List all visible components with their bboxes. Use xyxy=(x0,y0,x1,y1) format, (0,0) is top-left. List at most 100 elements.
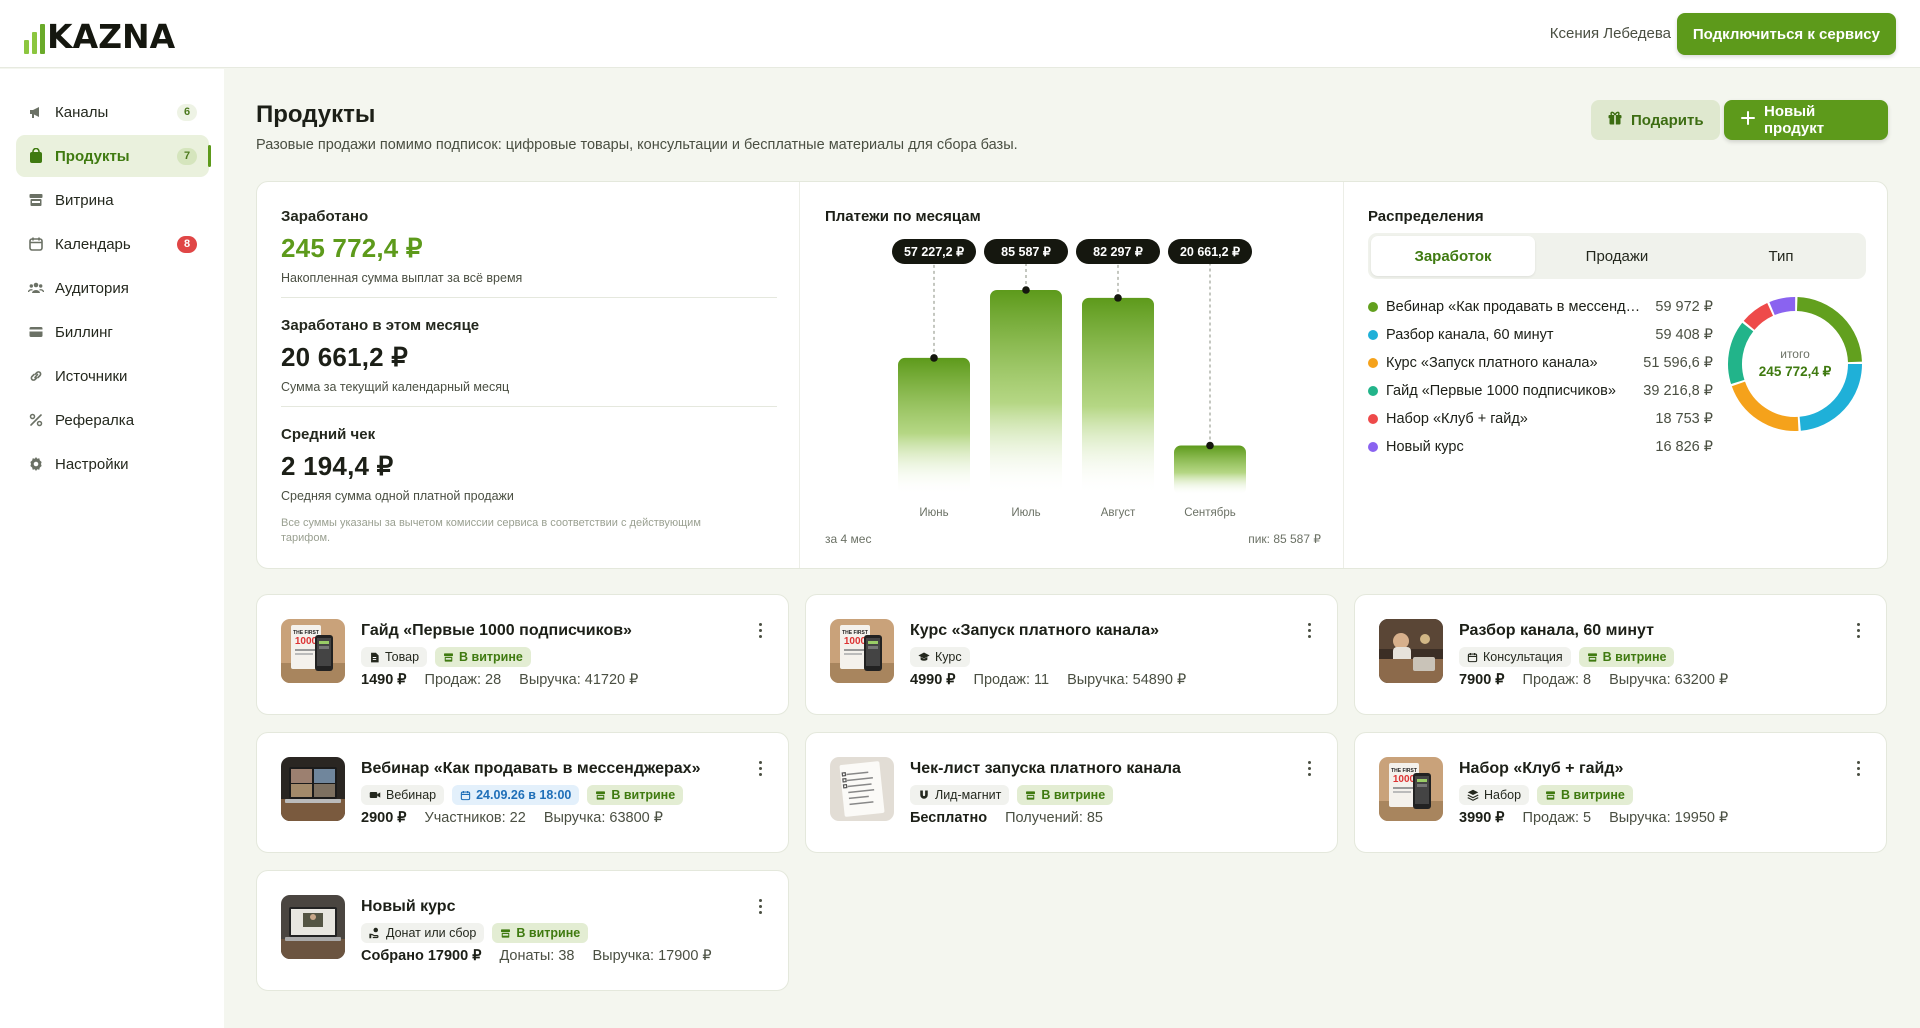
more-options-icon[interactable] xyxy=(1303,758,1315,778)
chart-value-label: 57 227,2 ₽ xyxy=(904,245,965,259)
stat-value: 245 772,4 ₽ xyxy=(281,233,423,263)
product-metrics: 2900 ₽ Участников: 22 Выручка: 63800 ₽ xyxy=(361,810,663,826)
sidebar-item-label: Продукты xyxy=(55,147,130,165)
sidebar-item-gear[interactable]: Настройки xyxy=(16,443,209,485)
sidebar-item-label: Биллинг xyxy=(55,323,113,341)
sidebar-item-label: Аудитория xyxy=(55,279,129,297)
chart-value-label: 20 661,2 ₽ xyxy=(1180,245,1241,259)
chart-category-label: Июнь xyxy=(919,507,948,519)
chart-bar[interactable] xyxy=(898,357,970,495)
page-subtitle: Разовые продажи помимо подписок: цифровы… xyxy=(256,137,1018,153)
tag-label: Вебинар xyxy=(386,788,437,802)
product-metric: Продаж: 11 xyxy=(973,672,1050,688)
legend-item[interactable]: Новый курс 16 826 ₽ xyxy=(1368,433,1713,461)
showcase-badge: В витрине xyxy=(492,923,589,943)
stat-desc: Сумма за текущий календарный месяц xyxy=(281,380,510,394)
showcase-badge: В витрине xyxy=(435,647,531,667)
product-card[interactable]: Вебинар «Как продавать в мессенджерах» Ве… xyxy=(256,732,789,853)
chart-bar[interactable] xyxy=(990,290,1062,495)
sidebar-item-count-badge: 8 xyxy=(177,235,197,253)
product-metrics: Бесплатно Получений: 85 xyxy=(910,810,1103,826)
product-tags: Вебинар 24.09.26 в 18:00 В витрине xyxy=(361,785,684,805)
new-product-button[interactable]: Новый продукт xyxy=(1724,100,1888,140)
legend-item[interactable]: Набор «Клуб + гайд» 18 753 ₽ xyxy=(1368,405,1713,433)
user-name[interactable]: Ксения Лебедева xyxy=(1550,25,1671,42)
sidebar-item-link[interactable]: Источники xyxy=(16,355,209,397)
kazna-logo[interactable]: KAZNA xyxy=(24,14,175,54)
tag-label: В витрине xyxy=(1041,788,1106,802)
more-options-icon[interactable] xyxy=(1852,620,1864,640)
legend-item-name: Набор «Клуб + гайд» xyxy=(1386,411,1528,427)
product-name[interactable]: Набор «Клуб + гайд» xyxy=(1459,760,1623,778)
product-card[interactable]: Новый курс Донат или сбор В витрине Собрано… xyxy=(256,870,789,991)
sidebar-item-percent[interactable]: Рефералка xyxy=(16,399,209,441)
product-tags: Курс xyxy=(910,647,970,667)
product-name[interactable]: Гайд «Первые 1000 подписчиков» xyxy=(361,622,632,640)
more-options-icon[interactable] xyxy=(754,758,766,778)
percent-icon xyxy=(28,412,44,428)
distribution-tab[interactable]: Тип xyxy=(1699,236,1863,276)
legend-color-dot xyxy=(1368,302,1378,312)
sidebar-item-bag[interactable]: Продукты 7 xyxy=(16,135,211,177)
bag-icon xyxy=(28,148,44,164)
chart-period: за 4 мес xyxy=(825,532,872,546)
product-name[interactable]: Новый курс xyxy=(361,898,455,916)
product-name[interactable]: Чек-лист запуска платного канала xyxy=(910,760,1181,778)
sidebar-item-users[interactable]: Аудитория xyxy=(16,267,209,309)
sidebar-item-storefront[interactable]: Витрина xyxy=(16,179,209,221)
distribution-tabs: Заработок Продажи Тип xyxy=(1368,233,1866,279)
tag-label: В витрине xyxy=(1602,650,1667,664)
donut-total-label: итого xyxy=(1780,347,1810,361)
document-icon xyxy=(369,652,380,663)
svg-text:1000: 1000 xyxy=(844,636,867,647)
chart-bar[interactable] xyxy=(1174,445,1246,495)
product-card[interactable]: Разбор канала, 60 минут Консультация В вит… xyxy=(1354,594,1887,715)
distribution-tab[interactable]: Продажи xyxy=(1535,236,1699,276)
stat-desc: Средняя сумма одной платной продажи xyxy=(281,489,514,503)
average-check-stat: Средний чек 2 194,4 ₽ Средняя сумма одно… xyxy=(281,426,777,503)
more-options-icon[interactable] xyxy=(754,620,766,640)
product-tags: Набор В витрине xyxy=(1459,785,1633,805)
chart-bar[interactable] xyxy=(1082,297,1154,495)
type-badge: Товар xyxy=(361,647,428,667)
donut-slice[interactable] xyxy=(1769,297,1796,316)
distribution-tab[interactable]: Заработок xyxy=(1371,236,1535,276)
product-card[interactable]: Чек-лист запуска платного канала Лид-магн… xyxy=(805,732,1338,853)
hand-coin-icon xyxy=(369,927,381,939)
plus-icon xyxy=(1740,110,1756,130)
gift-button[interactable]: Подарить xyxy=(1591,100,1720,140)
product-card[interactable]: THE FIRST 1000 Гайд «Первые 1000 подписчик… xyxy=(256,594,789,715)
legend-item[interactable]: Курс «Запуск платного канала» 51 596,6 ₽ xyxy=(1368,349,1713,377)
product-name[interactable]: Курс «Запуск платного канала» xyxy=(910,622,1159,640)
legend-item[interactable]: Разбор канала, 60 минут 59 408 ₽ xyxy=(1368,321,1713,349)
summary-column: Заработано 245 772,4 ₽ Накопленная сумма… xyxy=(281,182,777,568)
calendar-icon xyxy=(1467,652,1478,663)
chart-value-label: 85 587 ₽ xyxy=(1001,245,1052,259)
product-tags: Лид-магнит В витрине xyxy=(910,785,1114,805)
product-price: 3990 ₽ xyxy=(1459,810,1505,826)
divider xyxy=(281,297,777,298)
product-name[interactable]: Разбор канала, 60 минут xyxy=(1459,622,1654,640)
product-name[interactable]: Вебинар «Как продавать в мессенджерах» xyxy=(361,760,700,778)
sidebar-item-calendar[interactable]: Календарь 8 xyxy=(16,223,209,265)
legend-item[interactable]: Вебинар «Как продавать в мессенджерах» 59… xyxy=(1368,293,1713,321)
more-options-icon[interactable] xyxy=(1303,620,1315,640)
distribution-column: Распределения Заработок Продажи Тип Вебина… xyxy=(1368,182,1890,568)
sidebar-item-megaphone[interactable]: Каналы 6 xyxy=(16,91,209,133)
connect-service-button[interactable]: Подключиться к сервису xyxy=(1676,13,1896,55)
product-card[interactable]: THE FIRST 1000 Курс «Запуск платного канал… xyxy=(805,594,1338,715)
layers-icon xyxy=(1467,789,1479,801)
tag-label: Набор xyxy=(1484,788,1522,802)
more-options-icon[interactable] xyxy=(1852,758,1864,778)
product-card[interactable]: THE FIRST 1000 Набор «Клуб + гайд» Набор В в… xyxy=(1354,732,1887,853)
more-options-icon[interactable] xyxy=(754,896,766,916)
tag-label: Курс xyxy=(935,650,962,664)
legend-item[interactable]: Гайд «Первые 1000 подписчиков» 39 216,8 ₽ xyxy=(1368,377,1713,405)
magnet-icon xyxy=(918,789,930,801)
chart-value-label: 82 297 ₽ xyxy=(1093,245,1144,259)
chart-category-label: Июль xyxy=(1011,507,1040,519)
sidebar-item-credit-card[interactable]: Биллинг xyxy=(16,311,209,353)
gift-icon xyxy=(1607,110,1623,130)
earned-total-stat: Заработано 245 772,4 ₽ Накопленная сумма… xyxy=(281,208,777,285)
legend-item-name: Вебинар «Как продавать в мессенджерах» xyxy=(1386,299,1656,315)
